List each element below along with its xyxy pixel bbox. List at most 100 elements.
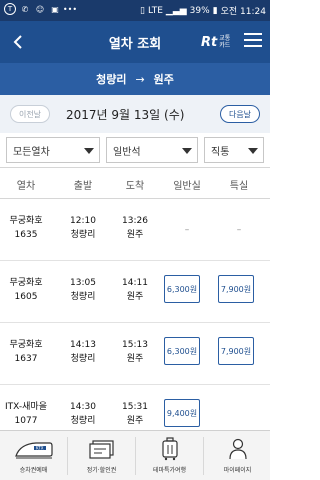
rt-transit-card-button[interactable]: Rt 교통 카드 <box>201 31 237 53</box>
departure-time: 13:05 <box>70 278 96 288</box>
previous-day-button[interactable]: 이전날 <box>10 105 50 123</box>
route-type-select[interactable]: 직통 <box>204 137 264 163</box>
app-header: 열차 조회 Rt 교통 카드 <box>0 21 270 63</box>
clock: 오전 11:24 <box>220 7 266 17</box>
signal-icon: ▁▃▅ <box>165 5 187 16</box>
table-row[interactable]: 무궁화호 1605 13:05 청량리 14:11 원주 6,300원 7,90… <box>0 261 270 323</box>
filter-bar: 모든열차 일반석 직통 <box>0 133 270 167</box>
route-type-value: 직통 <box>211 146 230 158</box>
date-bar: 이전날 2017년 9월 13일 (수) 다음날 <box>0 95 270 133</box>
table-row[interactable]: 무궁화호 1637 14:13 청량리 15:13 원주 6,300원 7,90… <box>0 323 270 385</box>
column-header-departure: 출발 <box>73 181 93 192</box>
special-fare-unavailable: – <box>236 225 242 235</box>
arrival-station: 원주 <box>126 354 144 364</box>
smile-icon: ☺ <box>35 4 45 14</box>
seat-type-value: 일반석 <box>113 146 141 158</box>
train-cell: 무궁화호 1605 <box>2 276 50 304</box>
departure-cell: 14:13 청량리 <box>60 338 106 366</box>
general-fare-unavailable: – <box>184 225 190 235</box>
departure-station: 청량리 <box>96 73 127 86</box>
train-name: 무궁화호 <box>9 340 43 350</box>
train-cell: 무궁화호 1635 <box>2 214 50 242</box>
status-right: ▯ LTE ▁▃▅ 39% ▮ 오전 11:24 <box>139 4 266 18</box>
rt-card-label-line2: 카드 <box>219 42 231 49</box>
departure-station: 청량리 <box>70 416 96 426</box>
arrival-cell: 15:31 원주 <box>112 400 158 428</box>
luggage-icon <box>161 437 178 461</box>
general-fare-button[interactable]: 6,300원 <box>164 275 200 303</box>
arrival-time: 13:26 <box>122 216 148 226</box>
tab-theme-travel[interactable]: 테마특가여행 <box>136 435 203 479</box>
tickets-icon <box>88 440 114 459</box>
train-type-value: 모든열차 <box>13 146 50 158</box>
train-number: 1077 <box>14 416 38 426</box>
table-header: 열차 출발 도착 일반실 특실 <box>0 167 270 199</box>
tab-label: 승차권예매 <box>19 467 48 474</box>
train-name: ITX-새마을 <box>5 402 47 412</box>
general-fare-button[interactable]: 6,300원 <box>164 337 200 365</box>
arrival-cell: 14:11 원주 <box>112 276 158 304</box>
lte-label: LTE <box>147 5 163 16</box>
hamburger-menu-icon[interactable] <box>244 33 262 51</box>
next-day-button[interactable]: 다음날 <box>220 105 260 123</box>
arrival-station: 원주 <box>126 292 144 302</box>
train-name: 무궁화호 <box>9 216 43 226</box>
vibrate-icon: ▯ <box>139 5 145 16</box>
column-header-special: 특실 <box>229 181 249 192</box>
train-cell: ITX-새마을 1077 <box>2 400 50 428</box>
arrival-station: 원주 <box>126 230 144 240</box>
selected-date: 2017년 9월 13일 (수) <box>66 108 185 122</box>
column-header-arrival: 도착 <box>125 181 145 192</box>
train-type-select[interactable]: 모든열차 <box>6 137 100 163</box>
tab-my-page[interactable]: 마이페이지 <box>204 435 271 479</box>
tab-ticket-booking[interactable]: KTX 승차권예매 <box>0 435 67 479</box>
departure-time: 14:13 <box>70 340 96 350</box>
bottom-tab-bar: KTX 승차권예매 정기·할인권 테마특가여행 마이페이지 <box>0 430 270 480</box>
arrow-right-icon: → <box>135 72 145 86</box>
table-row[interactable]: ITX-새마을 1077 14:30 청량리 15:31 원주 9,400원 <box>0 385 270 430</box>
route-bar: 청량리 → 원주 <box>0 63 270 95</box>
train-name: 무궁화호 <box>9 278 43 288</box>
box-icon: ▣ <box>51 4 59 14</box>
phone-icon: ✆ <box>21 4 29 14</box>
table-row[interactable]: 무궁화호 1635 12:10 청량리 13:26 원주 – – <box>0 199 270 261</box>
rt-card-label: 교통 카드 <box>219 35 230 49</box>
departure-time: 14:30 <box>70 402 96 412</box>
general-fare-button[interactable]: 9,400원 <box>164 399 200 427</box>
train-number: 1605 <box>14 292 38 302</box>
departure-cell: 14:30 청량리 <box>60 400 106 428</box>
special-fare-button[interactable]: 7,900원 <box>218 275 254 303</box>
chat-bubble-icon: T <box>4 3 16 15</box>
arrival-station: 원주 <box>153 73 174 86</box>
arrival-time: 15:13 <box>122 340 148 350</box>
tab-label: 정기·할인권 <box>86 467 117 474</box>
caret-down-icon <box>248 148 258 154</box>
seat-type-select[interactable]: 일반석 <box>106 137 198 163</box>
departure-cell: 13:05 청량리 <box>60 276 106 304</box>
rt-logo-icon: Rt <box>201 34 218 50</box>
arrival-cell: 15:13 원주 <box>112 338 158 366</box>
status-bar: T ✆ ☺ ▣ ••• ▯ LTE ▁▃▅ 39% ▮ 오전 11:24 <box>0 0 270 21</box>
train-number: 1635 <box>14 230 38 240</box>
special-fare-button[interactable]: 7,900원 <box>218 337 254 365</box>
battery-percent: 39% <box>189 5 210 16</box>
column-header-general: 일반실 <box>173 181 201 192</box>
arrival-cell: 13:26 원주 <box>112 214 158 242</box>
departure-time: 12:10 <box>70 216 96 226</box>
arrival-time: 14:11 <box>122 278 148 288</box>
arrival-time: 15:31 <box>122 402 148 412</box>
caret-down-icon <box>182 148 192 154</box>
person-icon <box>228 438 247 460</box>
rt-card-label-line1: 교통 <box>219 35 231 42</box>
caret-down-icon <box>84 148 94 154</box>
train-number: 1637 <box>14 354 38 364</box>
train-cell: 무궁화호 1637 <box>2 338 50 366</box>
battery-icon: ▮ <box>212 5 218 16</box>
departure-cell: 12:10 청량리 <box>60 214 106 242</box>
arrival-station: 원주 <box>126 416 144 426</box>
tab-label: 테마특가여행 <box>152 467 187 474</box>
tab-passes-discounts[interactable]: 정기·할인권 <box>68 435 135 479</box>
departure-station: 청량리 <box>70 354 96 364</box>
departure-station: 청량리 <box>70 292 96 302</box>
column-header-train: 열차 <box>16 181 36 192</box>
